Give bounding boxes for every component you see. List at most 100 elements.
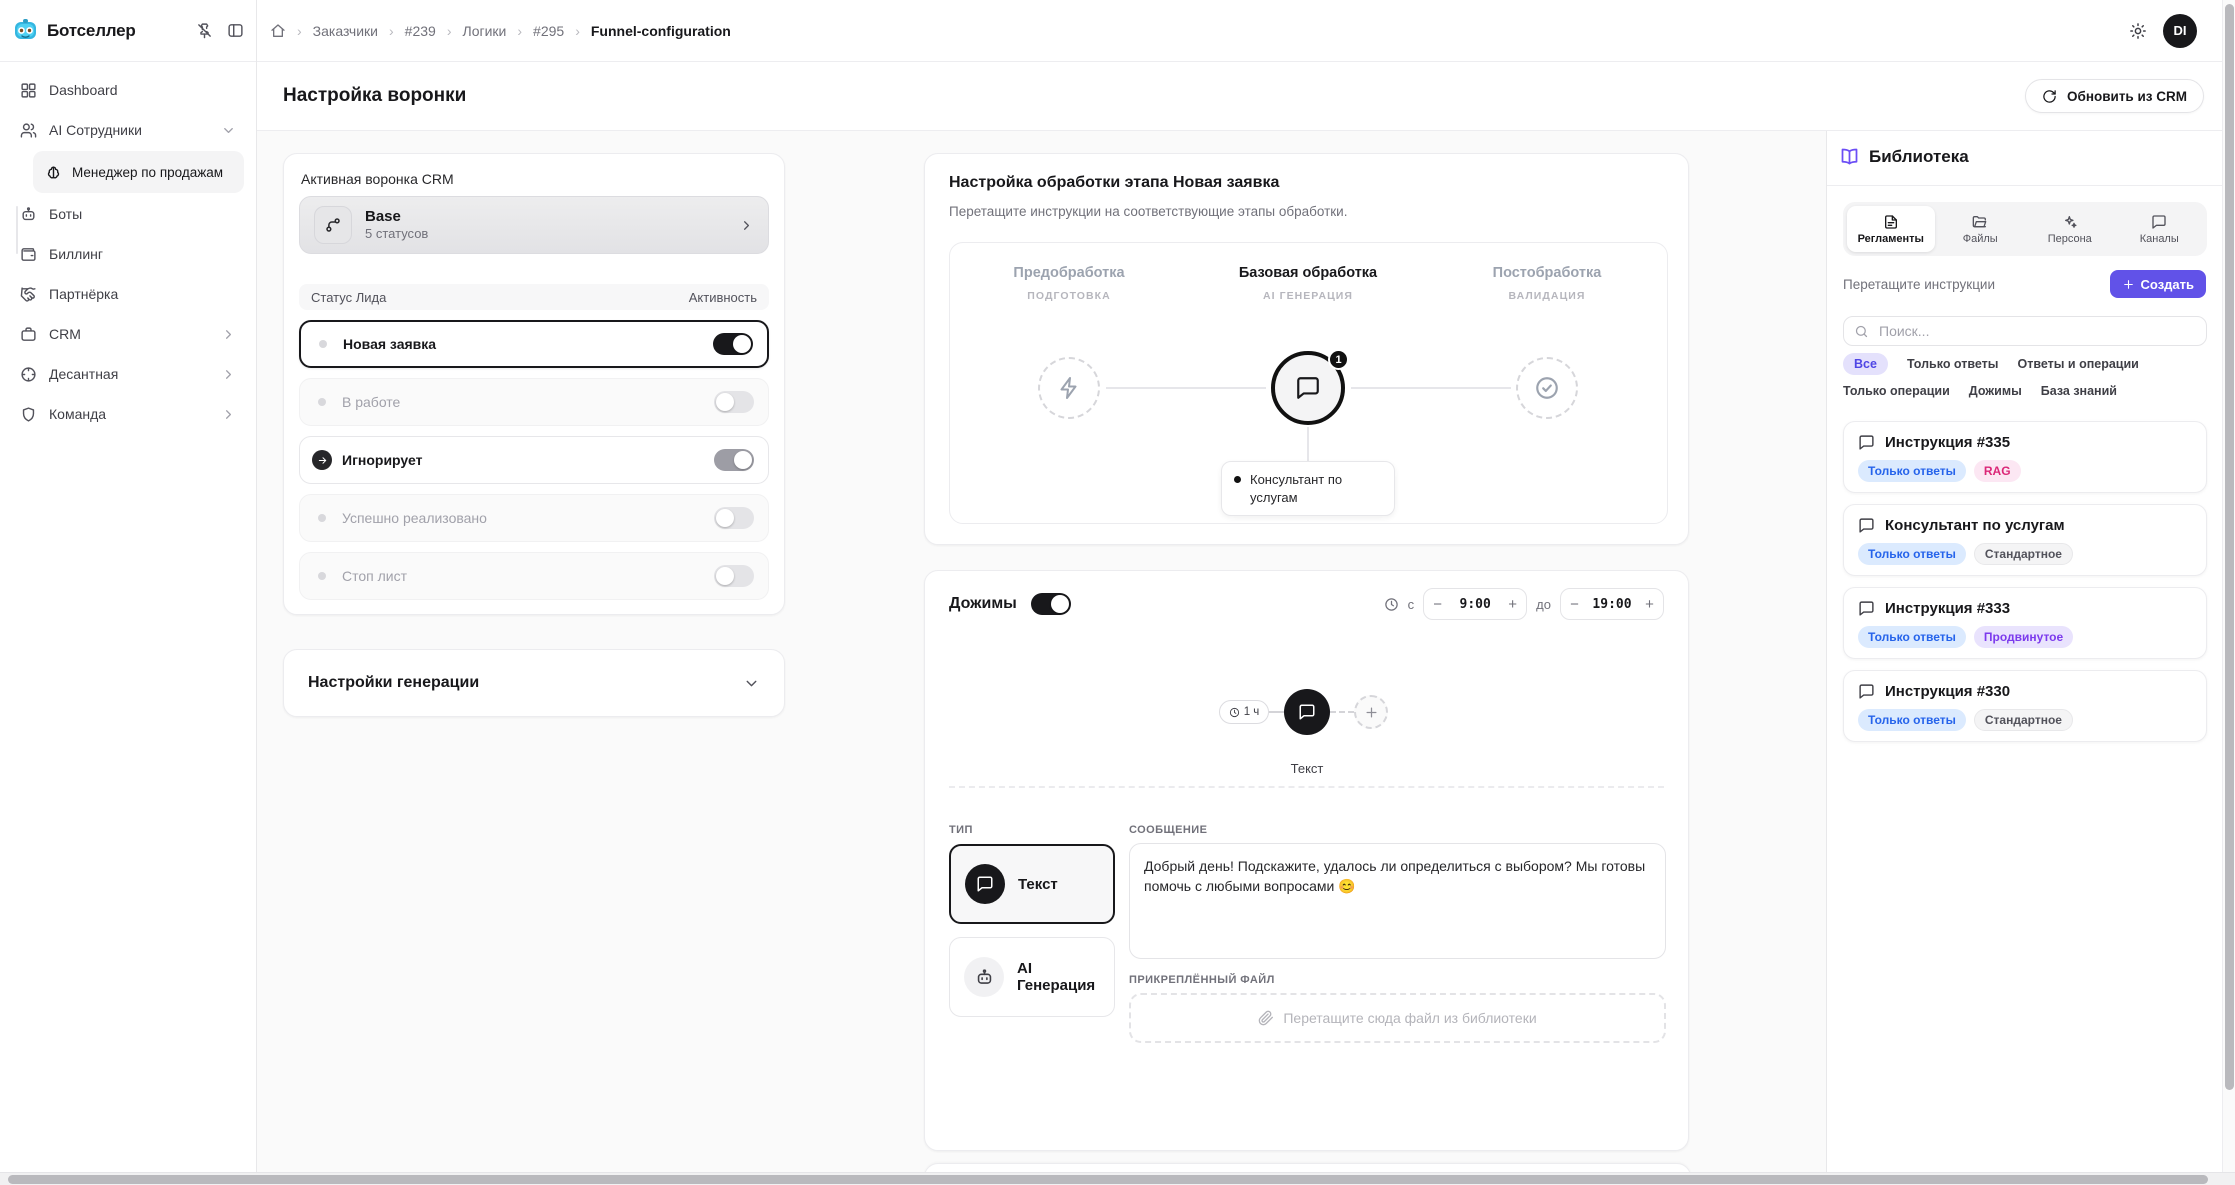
status-row-ignores[interactable]: Игнорирует	[299, 436, 769, 484]
breadcrumb-item[interactable]: #239	[405, 23, 436, 39]
status-row-new-lead[interactable]: Новая заявка	[299, 320, 769, 368]
pin-off-icon[interactable]	[196, 22, 213, 39]
tab-regulations[interactable]: Регламенты	[1847, 206, 1935, 252]
filter-answers-operations[interactable]: Ответы и операции	[2017, 357, 2138, 371]
breadcrumb-item[interactable]: Логики	[463, 23, 507, 39]
arrow-right-icon	[312, 450, 332, 470]
sidebar-item-ai-employees[interactable]: AI Сотрудники	[12, 110, 244, 150]
instruction-card[interactable]: Инструкция #330 Только ответы Стандартно…	[1843, 670, 2207, 742]
file-drop-placeholder: Перетащите сюда файл из библиотеки	[1283, 1010, 1536, 1026]
status-toggle-off[interactable]	[714, 391, 754, 413]
stage-node-preprocessing[interactable]	[1038, 357, 1100, 419]
zap-icon	[1057, 376, 1081, 400]
shield-icon	[20, 406, 37, 423]
filter-followups[interactable]: Дожимы	[1969, 384, 2022, 398]
file-drop-zone[interactable]: Перетащите сюда файл из библиотеки	[1129, 993, 1666, 1043]
chevron-right-icon	[221, 407, 236, 422]
message-square-icon	[1295, 375, 1321, 401]
type-option-label: AI Генерация	[1017, 960, 1100, 994]
tooltip-connector-line	[1307, 427, 1309, 461]
branch-icon	[314, 206, 352, 244]
status-row-success[interactable]: Успешно реализовано	[299, 494, 769, 542]
sidebar-item-crm[interactable]: CRM	[12, 314, 244, 354]
home-icon[interactable]	[270, 23, 286, 39]
create-button[interactable]: Создать	[2110, 270, 2206, 298]
sidebar-item-label: AI Сотрудники	[49, 122, 142, 138]
vertical-scrollbar-thumb[interactable]	[2225, 4, 2234, 1090]
tab-files[interactable]: Файлы	[1937, 206, 2025, 252]
followups-toggle-on[interactable]	[1031, 593, 1071, 615]
breadcrumb-current: Funnel-configuration	[591, 23, 731, 39]
tab-persona[interactable]: Персона	[2026, 206, 2114, 252]
filter-answers-only[interactable]: Только ответы	[1907, 357, 1999, 371]
filter-operations-only[interactable]: Только операции	[1843, 384, 1950, 398]
sidebar-item-dashboard[interactable]: Dashboard	[12, 70, 244, 110]
instruction-card-title: Инструкция #335	[1885, 434, 2010, 451]
chevron-down-icon	[221, 123, 236, 138]
type-option-ai-generation[interactable]: AI Генерация	[949, 937, 1115, 1017]
bullet-dot	[1234, 476, 1241, 483]
delay-chip[interactable]: 1 ч	[1219, 700, 1269, 724]
minus-button[interactable]: −	[1424, 596, 1451, 613]
plus-button[interactable]: +	[1499, 596, 1526, 613]
tab-channels[interactable]: Каналы	[2116, 206, 2204, 252]
instruction-card-title: Консультант по услугам	[1885, 517, 2065, 534]
breadcrumb-item[interactable]: #295	[533, 23, 564, 39]
sidebar-item-bots[interactable]: Боты	[12, 194, 244, 234]
generation-settings-card[interactable]: Настройки генерации	[283, 649, 785, 717]
chevron-down-icon	[743, 675, 760, 692]
refresh-from-crm-button[interactable]: Обновить из CRM	[2025, 79, 2204, 113]
minus-button[interactable]: −	[1561, 596, 1588, 613]
sidebar-item-billing[interactable]: Биллинг	[12, 234, 244, 274]
topbar: › Заказчики › #239 › Логики › #295 › Fun…	[257, 0, 2222, 62]
instruction-card[interactable]: Инструкция #335 Только ответы RAG	[1843, 421, 2207, 493]
message-square-icon	[2151, 214, 2167, 230]
sidebar-item-landing[interactable]: Десантная	[12, 354, 244, 394]
stage-title-preprocessing: Предобработка	[1013, 265, 1124, 281]
stage-editor-card: Настройка обработки этапа Новая заявка П…	[924, 153, 1689, 545]
add-followup-button[interactable]	[1354, 695, 1388, 729]
chevron-right-icon	[221, 327, 236, 342]
horizontal-scrollbar-thumb[interactable]	[8, 1175, 2208, 1184]
instruction-card[interactable]: Консультант по услугам Только ответы Ста…	[1843, 504, 2207, 576]
status-row-in-progress[interactable]: В работе	[299, 378, 769, 426]
status-row-stop-list[interactable]: Стоп лист	[299, 552, 769, 600]
book-open-icon	[1839, 146, 1860, 167]
stage-node-base-processing[interactable]: 1	[1271, 351, 1345, 425]
status-toggle-off[interactable]	[714, 565, 754, 587]
library-search[interactable]	[1843, 316, 2207, 346]
sidebar-collapse-icon[interactable]	[227, 22, 244, 39]
attached-instruction-chip[interactable]: Консультант по услугам	[1221, 461, 1395, 516]
theme-toggle-sun-icon[interactable]	[2129, 22, 2147, 40]
clock-icon	[1384, 597, 1399, 612]
plus-button[interactable]: +	[1636, 596, 1663, 613]
message-square-icon	[1858, 434, 1875, 451]
message-square-icon	[1298, 703, 1316, 721]
status-toggle-on[interactable]	[714, 449, 754, 471]
filter-all[interactable]: Все	[1843, 353, 1888, 375]
funnel-name: Base	[365, 208, 428, 226]
breadcrumb-item[interactable]: Заказчики	[313, 23, 378, 39]
tag-badge: Стандартное	[1974, 709, 2073, 731]
library-hint: Перетащите инструкции	[1843, 277, 1995, 292]
tab-label: Файлы	[1963, 233, 1998, 245]
sidebar-item-team[interactable]: Команда	[12, 394, 244, 434]
sidebar-item-sales-manager[interactable]: Менеджер по продажам	[33, 151, 244, 193]
stage-subtitle-preprocessing: ПОДГОТОВКА	[1027, 290, 1110, 302]
message-textarea[interactable]: Добрый день! Подскажите, удалось ли опре…	[1129, 843, 1666, 959]
followup-message-node[interactable]	[1284, 689, 1330, 735]
status-toggle-on[interactable]	[713, 333, 753, 355]
sidebar-item-partnership[interactable]: Партнёрка	[12, 274, 244, 314]
bot-icon	[964, 957, 1004, 997]
stage-node-postprocessing[interactable]	[1516, 357, 1578, 419]
app-root: Ботселлер Dashboard AI Сотрудники Менедж…	[0, 0, 2235, 1185]
filter-knowledge-base[interactable]: База знаний	[2041, 384, 2117, 398]
funnel-base-card[interactable]: Base 5 статусов	[299, 196, 769, 254]
status-toggle-off[interactable]	[714, 507, 754, 529]
search-input[interactable]	[1877, 322, 2196, 340]
app-title: Ботселлер	[47, 21, 136, 41]
type-option-text[interactable]: Текст	[949, 844, 1115, 924]
user-avatar[interactable]: DI	[2163, 14, 2197, 48]
stage-title-base: Базовая обработка	[1239, 265, 1377, 281]
instruction-card[interactable]: Инструкция #333 Только ответы Продвинуто…	[1843, 587, 2207, 659]
